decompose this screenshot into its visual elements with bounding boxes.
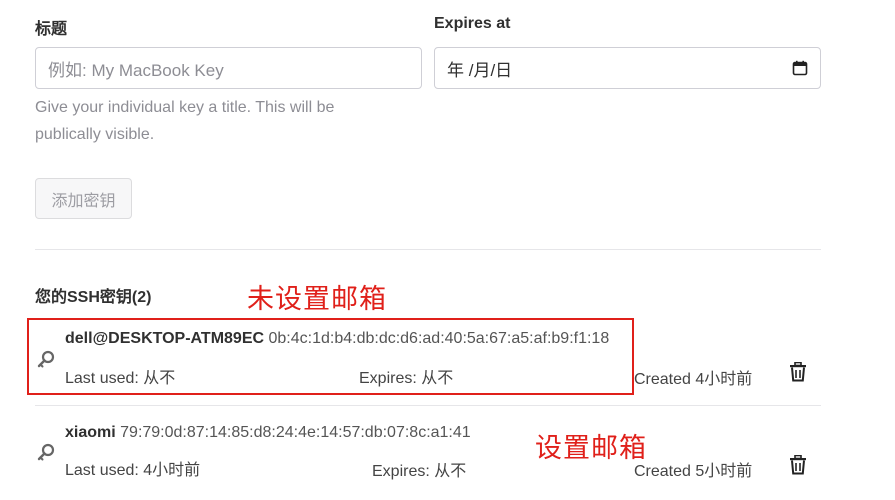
key-created: Created 4小时前 (634, 371, 753, 388)
calendar-icon[interactable] (792, 60, 808, 76)
trash-icon[interactable] (787, 361, 809, 383)
trash-icon[interactable] (787, 454, 809, 476)
section-divider (35, 249, 821, 250)
key-last-used: Last used: 从不 (65, 370, 176, 387)
key-last-used: Last used: 4小时前 (65, 462, 201, 479)
key-icon (36, 349, 56, 369)
title-input[interactable]: 例如: My MacBook Key (35, 47, 422, 89)
ssh-keys-heading: 您的SSH密钥(2) (35, 289, 152, 306)
key-expires: Expires: 从不 (372, 463, 467, 480)
key-name[interactable]: dell@DESKTOP-ATM89EC (65, 330, 264, 347)
add-key-button[interactable]: 添加密钥 (35, 178, 132, 219)
key-created: Created 5小时前 (634, 463, 753, 480)
expires-date-value: 年 /月/日 (447, 60, 513, 80)
key-row-title: xiaomi 79:79:0d:87:14:85:d8:24:4e:14:57:… (65, 424, 471, 442)
expires-label: Expires at (434, 15, 511, 32)
row-divider (35, 405, 821, 406)
annotation-no-email: 未设置邮箱 (247, 284, 387, 314)
expires-date-input[interactable]: 年 /月/日 (434, 47, 821, 89)
key-row-title: dell@DESKTOP-ATM89EC 0b:4c:1d:b4:db:dc:d… (65, 330, 609, 348)
key-fingerprint: 0b:4c:1d:b4:db:dc:d6:ad:40:5a:67:a5:af:b… (268, 330, 610, 347)
key-name[interactable]: xiaomi (65, 424, 116, 441)
key-fingerprint: 79:79:0d:87:14:85:d8:24:4e:14:57:db:07:8… (120, 424, 471, 441)
title-label: 标题 (35, 21, 68, 38)
key-icon (36, 442, 56, 462)
key-expires: Expires: 从不 (359, 370, 454, 387)
title-input-placeholder: 例如: My MacBook Key (48, 60, 224, 80)
annotation-has-email: 设置邮箱 (535, 433, 647, 463)
title-help-text: Give your individual key a title. This w… (35, 99, 335, 143)
